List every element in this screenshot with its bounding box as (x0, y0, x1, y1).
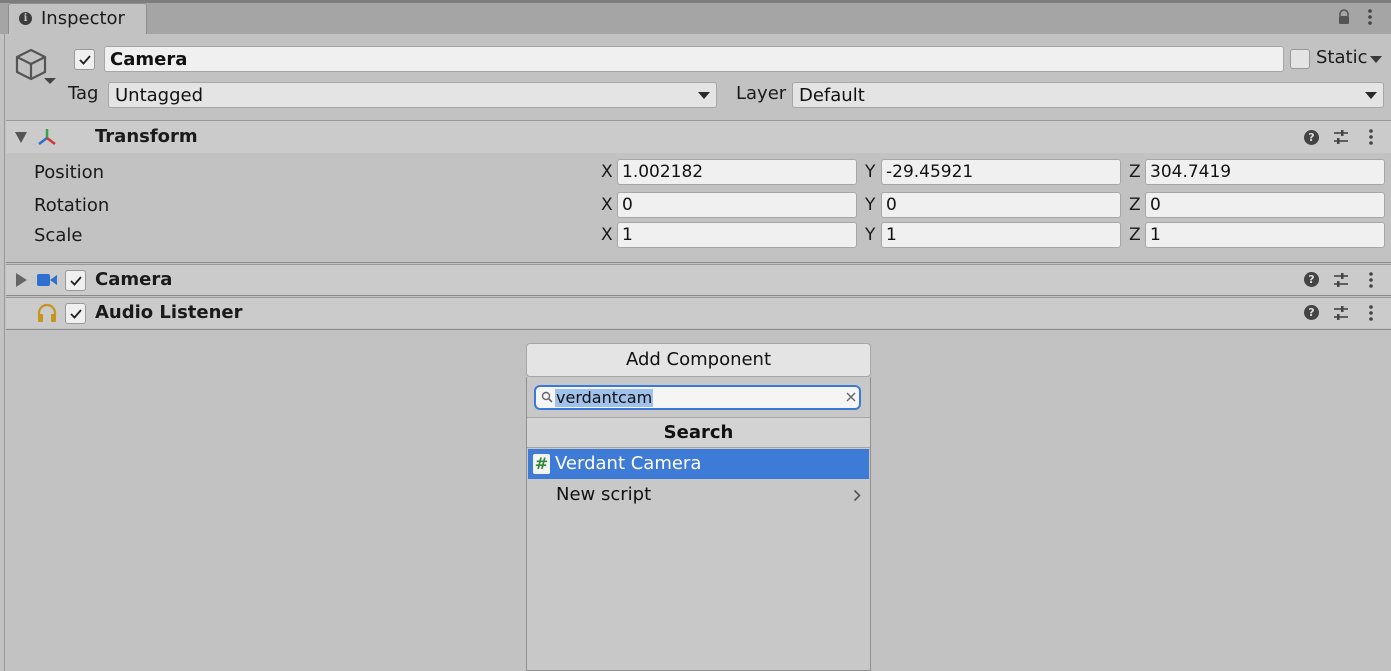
axis-y-label[interactable]: Y (865, 225, 875, 245)
axis-x-label[interactable]: X (601, 162, 613, 182)
lock-icon[interactable] (1336, 9, 1352, 25)
transform-title: Transform (95, 126, 198, 147)
axis-x-label[interactable]: X (601, 225, 613, 245)
position-z-field[interactable]: 304.7419 (1145, 159, 1385, 185)
component-search-input[interactable]: verdantcam (534, 385, 861, 410)
camera-icon (37, 274, 57, 286)
chevron-right-icon (853, 489, 861, 502)
component-menu-icon[interactable] (1367, 128, 1375, 146)
scale-y-field[interactable]: 1 (881, 222, 1121, 248)
fold-arrow-icon[interactable] (16, 273, 27, 287)
axis-z-label[interactable]: Z (1129, 195, 1141, 215)
tab-label: Inspector (41, 8, 125, 29)
audio-listener-title: Audio Listener (95, 302, 243, 323)
add-component-button[interactable]: Add Component (526, 343, 871, 377)
scale-x-field[interactable]: 1 (617, 222, 857, 248)
chevron-down-icon (698, 92, 710, 99)
chevron-down-icon (1365, 92, 1377, 99)
layer-dropdown[interactable]: Default (792, 82, 1384, 108)
axis-z-label[interactable]: Z (1129, 162, 1141, 182)
separator (6, 329, 1391, 330)
help-icon[interactable]: ? (1304, 272, 1319, 287)
axis-y-label[interactable]: Y (865, 195, 875, 215)
transform-header[interactable]: Transform ? (6, 120, 1391, 153)
new-script-item[interactable]: New script (528, 480, 869, 510)
separator (6, 262, 1391, 263)
position-y-field[interactable]: -29.45921 (881, 159, 1121, 185)
search-value: verdantcam (555, 388, 654, 407)
component-menu-icon[interactable] (1367, 271, 1375, 289)
audio-listener-component-header[interactable]: Audio Listener ? (6, 297, 1391, 328)
static-dropdown-arrow[interactable] (1370, 56, 1382, 63)
static-checkbox[interactable] (1290, 49, 1310, 69)
tab-inspector[interactable]: i Inspector (8, 3, 147, 34)
clear-search-icon[interactable] (845, 391, 857, 403)
tag-label: Tag (68, 83, 99, 104)
component-item-verdant-camera[interactable]: # Verdant Camera (528, 449, 869, 479)
rotation-x-field[interactable]: 0 (617, 192, 857, 218)
headphones-icon (37, 303, 57, 322)
position-x-field[interactable]: 1.002182 (617, 159, 857, 185)
object-name-field[interactable]: Camera (104, 46, 1284, 72)
audio-listener-enabled-checkbox[interactable] (65, 303, 86, 324)
new-script-label: New script (556, 484, 652, 505)
tag-value: Untagged (115, 85, 204, 106)
help-icon[interactable]: ? (1304, 130, 1319, 145)
camera-component-title: Camera (95, 269, 173, 290)
axis-z-label[interactable]: Z (1129, 225, 1141, 245)
axis-y-label[interactable]: Y (865, 162, 875, 182)
help-icon[interactable]: ? (1304, 305, 1319, 320)
script-icon: # (533, 454, 550, 474)
panel-border (4, 34, 5, 671)
static-label: Static (1316, 47, 1368, 68)
gameobject-cube-icon[interactable] (14, 46, 58, 88)
presets-icon[interactable] (1333, 272, 1349, 288)
scale-label: Scale (34, 225, 83, 246)
info-icon: i (19, 12, 32, 25)
layer-label: Layer (736, 83, 787, 104)
scale-z-field[interactable]: 1 (1145, 222, 1385, 248)
rotation-label: Rotation (34, 195, 110, 216)
axis-x-label[interactable]: X (601, 195, 613, 215)
component-menu-icon[interactable] (1367, 304, 1375, 322)
tab-menu-icon[interactable] (1366, 8, 1374, 26)
add-component-popup: verdantcam Search # Verdant Camera New s… (526, 377, 871, 671)
separator (6, 295, 1391, 296)
camera-component-header[interactable]: Camera ? (6, 264, 1391, 295)
rotation-z-field[interactable]: 0 (1145, 192, 1385, 218)
presets-icon[interactable] (1333, 305, 1349, 321)
fold-arrow-icon[interactable] (15, 132, 27, 143)
search-icon (541, 391, 553, 403)
rotation-y-field[interactable]: 0 (881, 192, 1121, 218)
position-label: Position (34, 162, 105, 183)
tab-bar (0, 0, 1391, 34)
component-item-label: Verdant Camera (555, 453, 702, 474)
transform-icon (38, 129, 56, 145)
search-section-title: Search (527, 417, 870, 448)
active-checkbox[interactable] (74, 49, 95, 70)
presets-icon[interactable] (1333, 129, 1349, 145)
layer-value: Default (799, 85, 865, 106)
tag-dropdown[interactable]: Untagged (108, 82, 717, 108)
camera-enabled-checkbox[interactable] (65, 270, 86, 291)
